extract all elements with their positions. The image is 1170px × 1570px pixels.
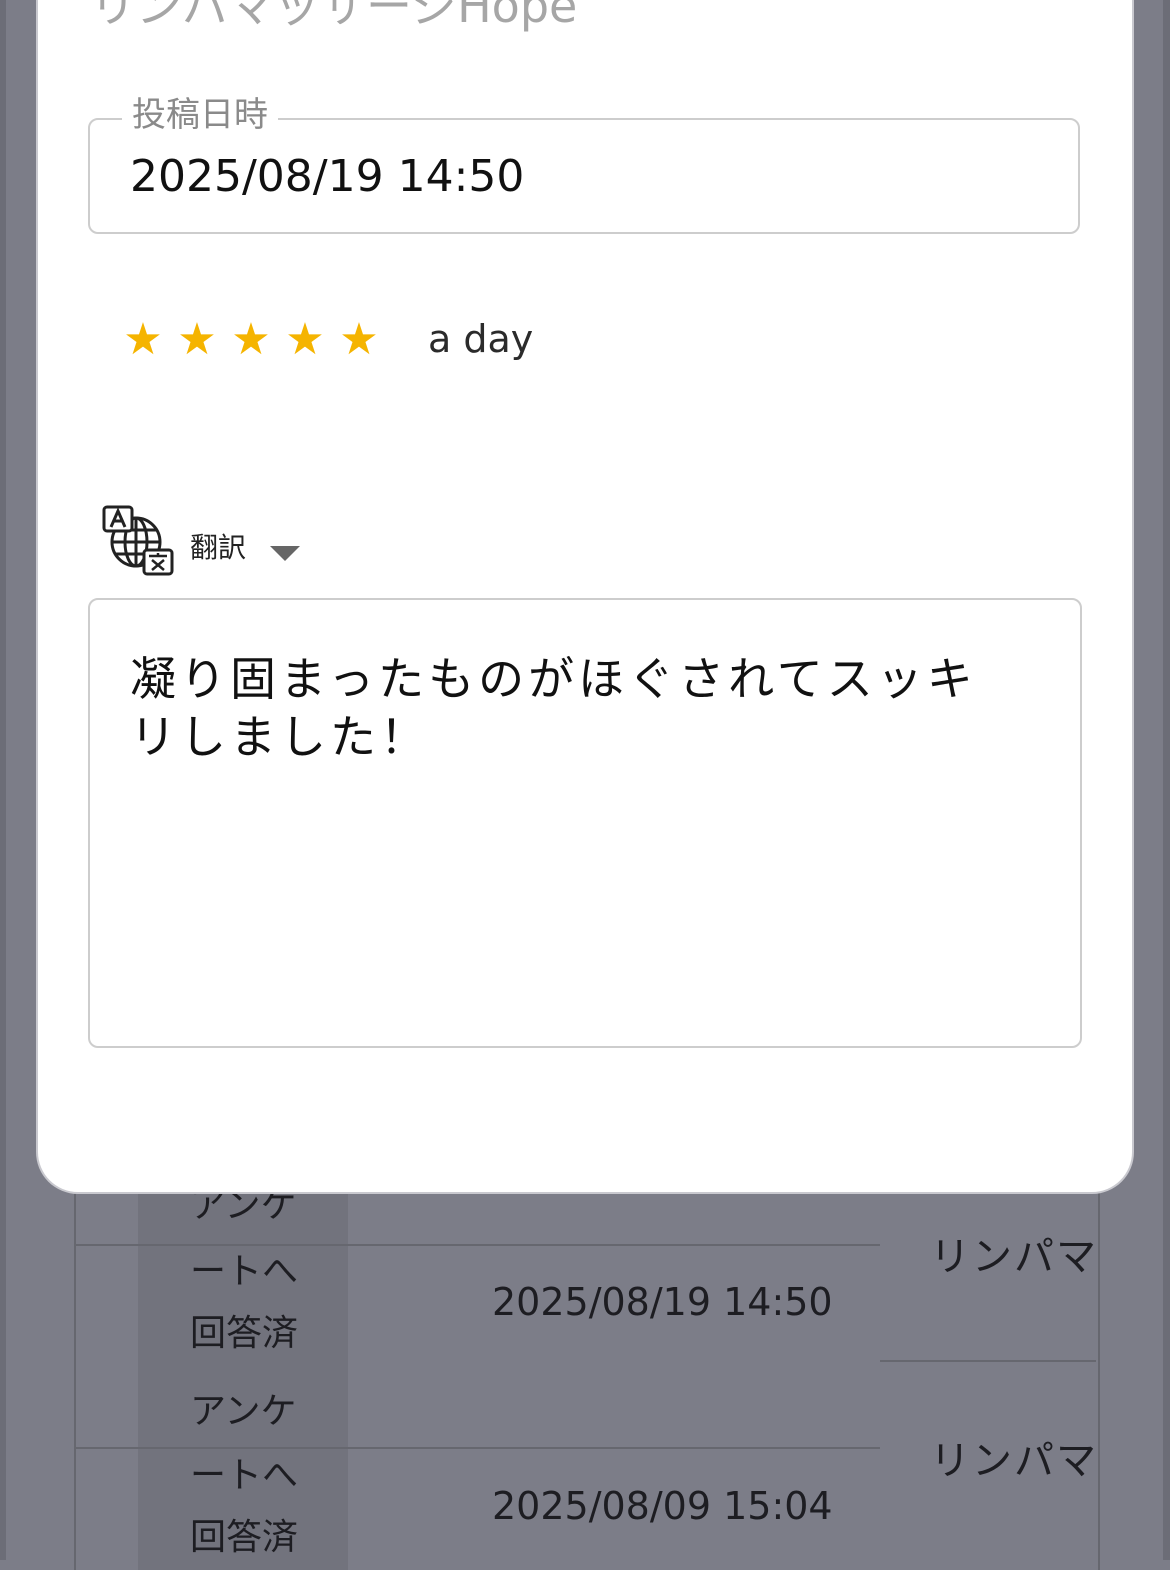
row-shop-name[interactable]: リンパマ <box>930 1438 1098 1484</box>
chevron-down-icon[interactable] <box>270 546 300 561</box>
background-edge-right <box>1163 0 1170 1560</box>
rating-relative-time: a day <box>428 317 534 361</box>
row-status-line: ートへ <box>190 1455 299 1496</box>
shop-name-title: リンパマッサージHope <box>90 0 578 33</box>
translate-toggle-label[interactable]: 翻訳 <box>190 530 246 566</box>
row-date[interactable]: 2025/08/09 15:04 <box>492 1484 833 1528</box>
row-status-line: アンケ <box>190 1391 297 1432</box>
star-icon: ★ <box>231 314 271 365</box>
row-divider <box>74 1447 880 1449</box>
row-status-line: ートへ <box>190 1251 299 1292</box>
star-rating: ★ ★ ★ ★ ★ <box>116 312 386 368</box>
row-divider <box>74 1244 880 1246</box>
row-shop-name[interactable]: リンパマ <box>930 1234 1098 1280</box>
star-icon: ★ <box>123 314 163 365</box>
row-status-line: アンケ <box>190 1185 297 1226</box>
background-edge-left <box>0 0 6 1560</box>
posted-date-label: 投稿日時 <box>122 94 278 136</box>
row-date[interactable]: 2025/08/19 14:50 <box>492 1280 833 1324</box>
star-icon: ★ <box>339 314 379 365</box>
row-status-line: 回答済 <box>190 1313 299 1354</box>
translate-icon[interactable] <box>102 504 176 578</box>
row-divider <box>880 1360 1096 1362</box>
review-text: 凝り固まったものがほぐされてスッキリしました！ <box>130 652 977 764</box>
star-icon: ★ <box>285 314 325 365</box>
row-status-line: 回答済 <box>190 1517 299 1558</box>
star-icon: ★ <box>177 314 217 365</box>
posted-date-value: 2025/08/19 14:50 <box>130 151 525 202</box>
